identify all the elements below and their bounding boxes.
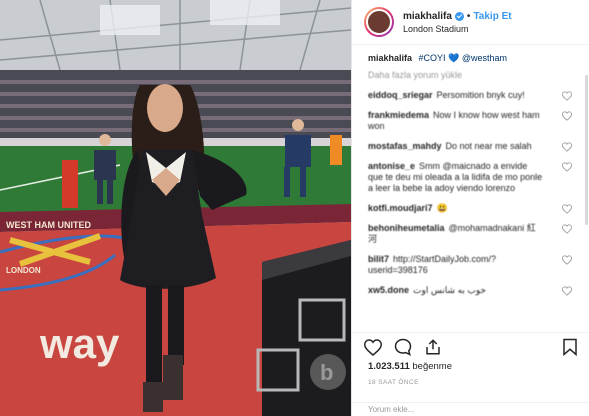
comment-text: خوب به شانس اوت [413,285,487,295]
caption-username[interactable]: miakhalifa [368,53,412,63]
comment-like-heart-icon[interactable] [562,111,572,121]
comment-text: 😃 [436,203,448,213]
scrollbar[interactable] [585,75,588,225]
comment-username[interactable]: behoniheumetalia [368,223,445,233]
red-bin [62,160,78,208]
comment-username[interactable]: antonise_e [368,161,415,171]
caption: miakhalifa #COYI 💙 @westham Daha fazla y… [368,53,580,81]
crest-text: LONDON [6,266,41,275]
ad-text: way [39,320,120,367]
comment-row: behoniheumetalia @mohamadnakani 紅河 [368,223,580,245]
comment-row: bilit7 http://StartDailyJob.com/?userid=3… [368,254,580,276]
comment-username[interactable]: bilit7 [368,254,389,264]
watermark-logo: b [310,354,346,390]
share-icon[interactable] [424,338,442,356]
action-bar [352,333,589,361]
comment-text: Do not near me salah [445,141,532,151]
comment-like-heart-icon[interactable] [562,286,572,296]
comment-like-heart-icon[interactable] [562,255,572,265]
add-comment-input[interactable]: Yorum ekle... [352,402,589,416]
comment-like-heart-icon[interactable] [562,224,572,234]
comment-row: eiddoq_sriegar Persomition bnyk cuy! [368,90,580,101]
comment-username[interactable]: xw5.done [368,285,409,295]
comment-bubble-icon[interactable] [394,338,412,356]
svg-text:b: b [320,360,333,385]
caption-emoji: 💙 [448,53,460,63]
post-header: miakhalifa • Takip Et London Stadium [352,0,589,45]
post-username[interactable]: miakhalifa [403,11,452,22]
separator-dot: • [466,10,471,22]
location-link[interactable]: London Stadium [403,24,512,34]
caption-mention[interactable]: @westham [462,53,507,63]
comment-username[interactable]: eiddoq_sriegar [368,90,433,100]
verified-badge-icon [454,11,464,21]
follow-button[interactable]: Takip Et [473,11,511,22]
comment-text: Persomition bnyk cuy! [436,90,525,100]
load-more-comments[interactable]: Daha fazla yorum yükle [368,70,544,81]
comment-like-heart-icon[interactable] [562,91,572,101]
board-text: WEST HAM UNITED [6,220,91,230]
like-heart-icon[interactable] [364,338,382,356]
comment-like-heart-icon[interactable] [562,204,572,214]
caption-hashtag[interactable]: #COYI [419,53,446,63]
flight-case [256,240,351,416]
likes-count[interactable]: 1.023.511 beğenme [352,361,589,372]
comment-username[interactable]: kotfi.moudjari7 [368,203,433,213]
bookmark-icon[interactable] [562,338,578,356]
comment-username[interactable]: mostafas_mahdy [368,141,442,151]
comment-row: kotfi.moudjari7 😃 [368,203,580,214]
comment-row: mostafas_mahdy Do not near me salah [368,141,580,152]
comments-list[interactable]: miakhalifa #COYI 💙 @westham Daha fazla y… [352,45,589,333]
comment-like-heart-icon[interactable] [562,142,572,152]
post-timestamp: 18 SAAT ÖNCE [368,379,419,386]
post-side-panel: miakhalifa • Takip Et London Stadium mia… [351,0,589,416]
post-photo[interactable]: WEST HAM UNITED LONDON way b [0,0,351,416]
comment-row: antonise_e Smm @maicnado a envide que te … [368,161,580,194]
comment-like-heart-icon[interactable] [562,162,572,172]
avatar[interactable] [364,7,394,37]
comment-row: xw5.done خوب به شانس اوت [368,285,580,296]
comment-row: frankmiedema Now I know how west ham won [368,110,580,132]
comment-username[interactable]: frankmiedema [368,110,429,120]
